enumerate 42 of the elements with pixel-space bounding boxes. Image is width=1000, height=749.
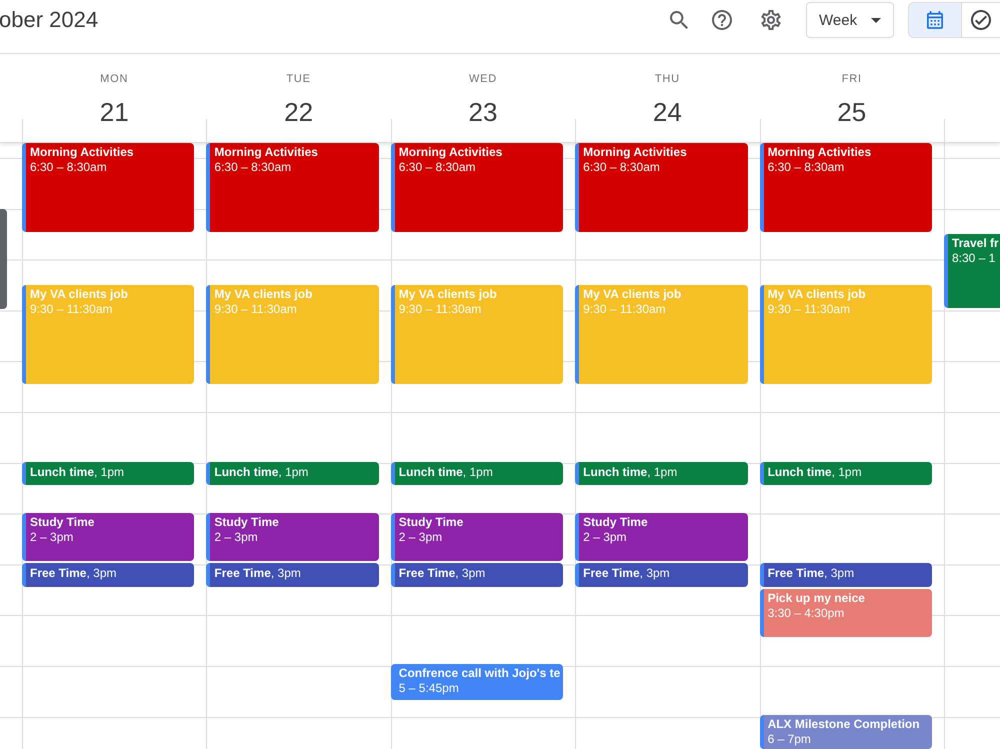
day-number[interactable]: 23 bbox=[468, 96, 498, 128]
calendar-view-button[interactable] bbox=[909, 3, 961, 37]
calendar-event[interactable]: ALX Milestone Completion 6 – 7pm bbox=[760, 715, 932, 749]
calendar-event[interactable]: Study Time 2 – 3pm bbox=[390, 512, 564, 562]
calendar-event[interactable]: Travel fr 8:30 – 1 bbox=[944, 234, 1000, 308]
month-title: ober 2024 bbox=[0, 6, 100, 34]
day-number[interactable]: 25 bbox=[837, 96, 866, 128]
settings-icon bbox=[761, 10, 781, 30]
weekday-label: TUE bbox=[286, 72, 311, 86]
day-number[interactable]: 21 bbox=[100, 96, 129, 128]
calendar-event[interactable]: Free Time, 3pm bbox=[206, 563, 379, 586]
search-icon bbox=[670, 11, 688, 29]
weekday-label: MON bbox=[100, 72, 128, 86]
calendar-icon bbox=[927, 11, 943, 29]
view-dropdown[interactable]: Week bbox=[806, 2, 894, 38]
calendar-event[interactable]: Morning Activities 6:30 – 8:30am bbox=[206, 143, 379, 232]
caret-icon bbox=[871, 18, 882, 22]
calendar-event[interactable]: Study Time 2 – 3pm bbox=[575, 512, 748, 562]
calendar-event[interactable]: Free Time, 3pm bbox=[760, 563, 932, 586]
calendar-event[interactable]: Morning Activities 6:30 – 8:30am bbox=[575, 143, 748, 232]
calendar-event[interactable]: Morning Activities 6:30 – 8:30am bbox=[22, 143, 194, 232]
calendar-event[interactable]: Confrence call with Jojo's te 5 – 5:45pm bbox=[390, 664, 564, 700]
calendar-event[interactable]: Study Time 2 – 3pm bbox=[206, 512, 379, 562]
day-number[interactable]: 22 bbox=[284, 96, 314, 128]
calendar-event[interactable]: Free Time, 3pm bbox=[22, 563, 194, 586]
calendar-event[interactable]: Lunch time, 1pm bbox=[206, 462, 379, 486]
calendar-event[interactable]: Morning Activities 6:30 – 8:30am bbox=[760, 143, 932, 232]
help-icon bbox=[712, 10, 732, 30]
weekday-label: FRI bbox=[842, 72, 862, 86]
calendar-event[interactable]: Lunch time, 1pm bbox=[22, 462, 194, 486]
calendar-event[interactable]: Lunch time, 1pm bbox=[760, 462, 932, 486]
weekday-label: THU bbox=[654, 72, 680, 86]
calendar-event[interactable]: Pick up my neice 3:30 – 4:30pm bbox=[760, 588, 932, 638]
weekday-label: WED bbox=[468, 72, 498, 86]
side-panel-handle[interactable] bbox=[0, 209, 7, 309]
day-number[interactable]: 24 bbox=[652, 96, 682, 128]
calendar-event[interactable]: Lunch time, 1pm bbox=[575, 462, 748, 486]
calendar-event[interactable]: Study Time 2 – 3pm bbox=[22, 512, 194, 562]
calendar-event[interactable]: Morning Activities 6:30 – 8:30am bbox=[390, 143, 564, 232]
calendar-event[interactable]: Free Time, 3pm bbox=[390, 563, 564, 586]
calendar-event[interactable]: Lunch time, 1pm bbox=[390, 462, 564, 486]
calendar-event[interactable]: Free Time, 3pm bbox=[575, 563, 748, 586]
